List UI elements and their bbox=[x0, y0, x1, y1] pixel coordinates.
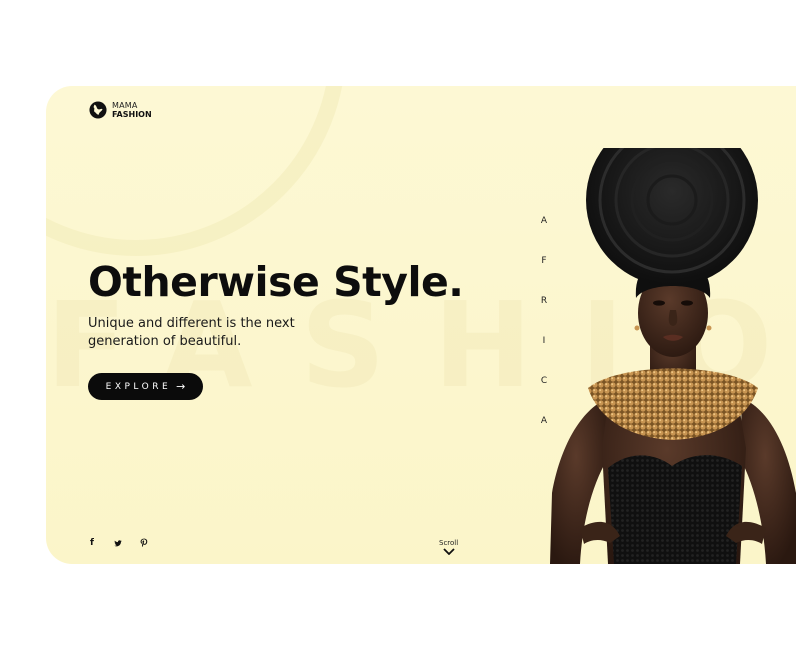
scroll-label: Scroll bbox=[439, 539, 459, 547]
hero-card: FASHION MAMA FASHION Otherwise Style. Un… bbox=[46, 86, 796, 564]
brand-name-bottom: FASHION bbox=[112, 110, 152, 119]
vertical-letter: I bbox=[542, 336, 546, 346]
scroll-indicator[interactable]: Scroll bbox=[439, 539, 458, 555]
explore-button-label: EXPLORE bbox=[105, 381, 172, 392]
vertical-letter: A bbox=[540, 416, 548, 426]
chevron-down-icon bbox=[442, 548, 455, 555]
vertical-letter: R bbox=[540, 296, 548, 306]
brand-name-top: MAMA bbox=[112, 101, 138, 110]
globe-icon bbox=[89, 101, 107, 119]
brand-logo[interactable]: MAMA FASHION bbox=[89, 101, 152, 119]
explore-button[interactable]: EXPLORE → bbox=[88, 373, 203, 400]
pinterest-icon[interactable] bbox=[140, 538, 148, 548]
model-image bbox=[550, 148, 796, 564]
vertical-letter: A bbox=[540, 216, 548, 226]
social-links: f bbox=[88, 538, 148, 548]
twitter-icon[interactable] bbox=[114, 539, 122, 548]
hero-headline: Otherwise Style. bbox=[88, 258, 464, 306]
hero-subline: Unique and different is the next generat… bbox=[88, 316, 295, 349]
vertical-letter: C bbox=[540, 376, 548, 386]
vertical-word: A F R I C A bbox=[540, 216, 548, 456]
vertical-letter: F bbox=[541, 256, 547, 266]
arrow-right-icon: → bbox=[176, 380, 186, 393]
facebook-icon[interactable]: f bbox=[88, 538, 96, 548]
